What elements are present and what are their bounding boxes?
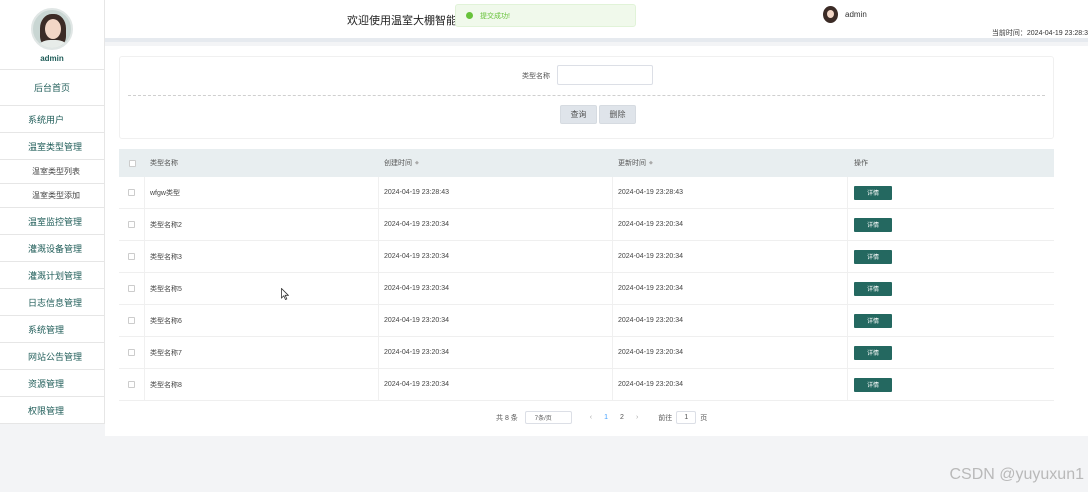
prev-page-button[interactable]: ‹ (590, 414, 592, 421)
top-header: 欢迎使用温室大棚智能 提交成功! admin 当前时间：2024-04-19 2… (105, 0, 1088, 42)
row-checkbox[interactable] (128, 285, 135, 292)
cell-type-name: 类型名称6 (145, 305, 379, 336)
success-toast: 提交成功! (455, 4, 636, 27)
sidebar-user-name: admin (40, 54, 64, 63)
next-page-button[interactable]: › (636, 414, 638, 421)
select-all-checkbox[interactable] (128, 159, 136, 167)
type-table: 类型名称 创建时间 ◆ 更新时间 ◆ 操作 wfgw类型 2024-04-19 23:… (119, 149, 1054, 401)
cell-updated-time: 2024-04-19 23:20:34 (613, 369, 848, 400)
table-header: 类型名称 创建时间 ◆ 更新时间 ◆ 操作 (119, 149, 1054, 177)
detail-button[interactable]: 详情 (854, 185, 892, 200)
goto-suffix: 页 (700, 414, 708, 422)
sidebar-item-logs[interactable]: 日志信息管理 (0, 289, 104, 316)
cell-created-time: 2024-04-19 23:20:34 (379, 369, 613, 400)
cell-updated-time: 2024-04-19 23:20:34 (613, 273, 848, 304)
cell-created-time: 2024-04-19 23:28:43 (379, 177, 613, 208)
check-circle-icon (466, 12, 473, 19)
sidebar-item-home[interactable]: 后台首页 (0, 70, 104, 106)
pager-total: 共 8 条 (496, 414, 518, 422)
watermark: CSDN @yuyuxun1 (949, 466, 1084, 483)
sidebar-subitem-type-list[interactable]: 温室类型列表 (0, 160, 104, 184)
cell-created-time: 2024-04-19 23:20:34 (379, 209, 613, 240)
detail-button[interactable]: 详情 (854, 249, 892, 264)
cell-updated-time: 2024-04-19 23:20:34 (613, 209, 848, 240)
sidebar-item-notices[interactable]: 网站公告管理 (0, 343, 104, 370)
sidebar-item-monitoring[interactable]: 温室监控管理 (0, 208, 104, 235)
avatar (31, 8, 73, 50)
sidebar-item-system-users[interactable]: 系统用户 (0, 106, 104, 133)
cell-updated-time: 2024-04-19 23:20:34 (613, 337, 848, 368)
query-button[interactable]: 查询 (560, 105, 597, 124)
header-type-name: 类型名称 (150, 160, 178, 167)
page-2-button[interactable]: 2 (620, 414, 624, 421)
main-panel: 类型名称 查询 删除 类型名称 创建时间 ◆ 更新时间 ◆ 操作 wfgw类型 202… (105, 46, 1088, 436)
cell-type-name: 类型名称3 (145, 241, 379, 272)
cell-updated-time: 2024-04-19 23:20:34 (613, 241, 848, 272)
sidebar-subitem-type-add[interactable]: 温室类型添加 (0, 184, 104, 208)
row-checkbox[interactable] (128, 349, 135, 356)
sidebar: admin 后台首页 系统用户 温室类型管理 温室类型列表 温室类型添加 温室监… (0, 0, 105, 492)
table-row: 类型名称7 2024-04-19 23:20:34 2024-04-19 23:20… (119, 337, 1054, 369)
detail-button[interactable]: 详情 (854, 345, 892, 360)
detail-button[interactable]: 详情 (854, 217, 892, 232)
avatar (823, 6, 838, 23)
detail-button[interactable]: 详情 (854, 313, 892, 328)
goto-page-input[interactable]: 1 (676, 411, 697, 424)
current-time: 当前时间：2024-04-19 23:28:3 (991, 30, 1088, 37)
row-checkbox[interactable] (128, 317, 135, 324)
cell-updated-time: 2024-04-19 23:28:43 (613, 177, 848, 208)
cell-type-name: wfgw类型 (145, 177, 379, 208)
table-body: wfgw类型 2024-04-19 23:28:43 2024-04-19 23:2… (119, 177, 1054, 401)
detail-button[interactable]: 详情 (854, 377, 892, 392)
detail-button[interactable]: 详情 (854, 281, 892, 296)
header-created-time[interactable]: 创建时间 ◆ (379, 149, 613, 177)
pagination: 共 8 条 7条/页 ‹ 1 2 › 前往 1 页 (496, 411, 707, 424)
sidebar-item-resources[interactable]: 资源管理 (0, 370, 104, 397)
sidebar-item-system[interactable]: 系统管理 (0, 316, 104, 343)
table-row: 类型名称2 2024-04-19 23:20:34 2024-04-19 23:20… (119, 209, 1054, 241)
sidebar-item-greenhouse-type[interactable]: 温室类型管理 (0, 133, 104, 160)
welcome-text: 欢迎使用温室大棚智能 (347, 15, 457, 27)
sort-icon[interactable]: ◆ (649, 160, 653, 166)
row-checkbox[interactable] (128, 381, 135, 388)
table-row: 类型名称8 2024-04-19 23:20:34 2024-04-19 23:20… (119, 369, 1054, 401)
cell-updated-time: 2024-04-19 23:20:34 (613, 305, 848, 336)
header-updated-time[interactable]: 更新时间 ◆ (613, 149, 848, 177)
header-user[interactable]: admin (823, 6, 867, 23)
cell-type-name: 类型名称5 (145, 273, 379, 304)
table-row: 类型名称5 2024-04-19 23:20:34 2024-04-19 23:20… (119, 273, 1054, 305)
sort-icon[interactable]: ◆ (415, 160, 419, 166)
header-operation: 操作 (854, 160, 868, 167)
mouse-cursor-icon (281, 288, 289, 300)
sidebar-profile: admin (0, 0, 104, 70)
page-1-button[interactable]: 1 (604, 414, 608, 421)
toast-message: 提交成功! (480, 12, 510, 20)
cell-type-name: 类型名称2 (145, 209, 379, 240)
goto-label: 前往 (658, 414, 673, 422)
sidebar-item-irrigation-device[interactable]: 灌溉设备管理 (0, 235, 104, 262)
sidebar-bottom-fill (0, 424, 105, 492)
search-label: 类型名称 (522, 73, 550, 80)
cell-created-time: 2024-04-19 23:20:34 (379, 273, 613, 304)
sidebar-item-irrigation-plan[interactable]: 灌溉计划管理 (0, 262, 104, 289)
cell-created-time: 2024-04-19 23:20:34 (379, 241, 613, 272)
cell-created-time: 2024-04-19 23:20:34 (379, 337, 613, 368)
header-user-name: admin (845, 10, 867, 19)
row-checkbox[interactable] (128, 221, 135, 228)
sidebar-item-permissions[interactable]: 权限管理 (0, 397, 104, 424)
table-row: 类型名称6 2024-04-19 23:20:34 2024-04-19 23:20… (119, 305, 1054, 337)
cell-created-time: 2024-04-19 23:20:34 (379, 305, 613, 336)
table-row: 类型名称3 2024-04-19 23:20:34 2024-04-19 23:20… (119, 241, 1054, 273)
row-checkbox[interactable] (128, 253, 135, 260)
delete-button[interactable]: 删除 (599, 105, 636, 124)
row-checkbox[interactable] (128, 189, 135, 196)
type-name-input[interactable] (557, 65, 653, 85)
divider (128, 95, 1045, 96)
page-size-select[interactable]: 7条/页 (524, 411, 572, 424)
cell-type-name: 类型名称8 (145, 369, 379, 400)
table-row: wfgw类型 2024-04-19 23:28:43 2024-04-19 23:2… (119, 177, 1054, 209)
cell-type-name: 类型名称7 (145, 337, 379, 368)
search-panel: 类型名称 查询 删除 (119, 56, 1054, 139)
